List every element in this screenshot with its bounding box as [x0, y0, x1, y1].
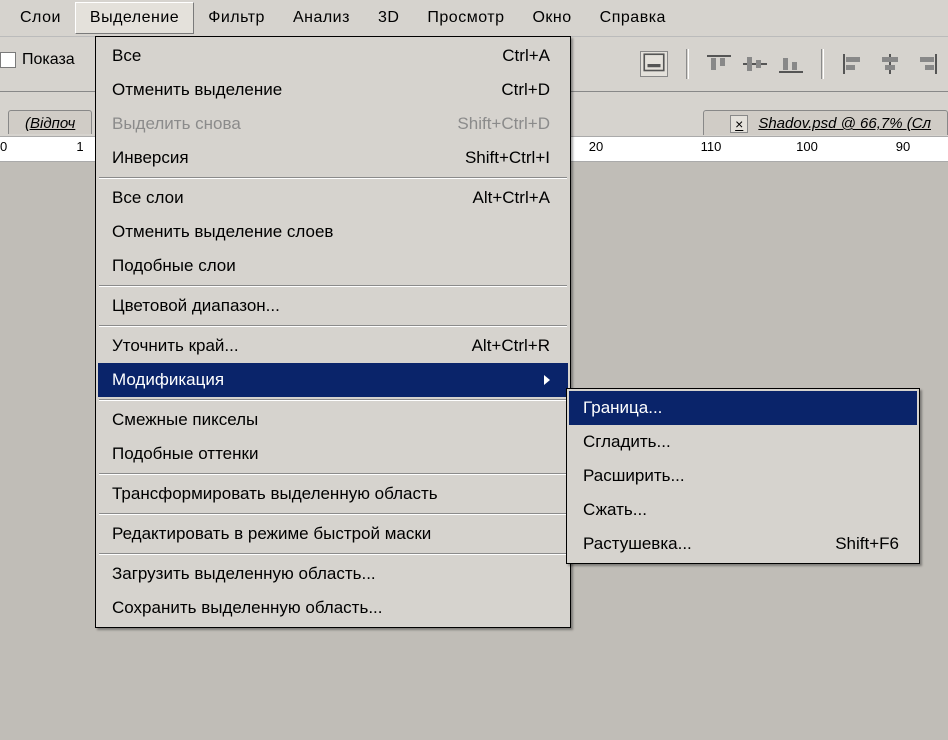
menu-item[interactable]: Уточнить край... Alt+Ctrl+R — [98, 329, 568, 363]
menubar-item[interactable]: Слои — [6, 3, 75, 33]
menu-item-shortcut: Alt+Ctrl+A — [473, 188, 550, 208]
align-bottom-icon[interactable] — [779, 54, 803, 74]
menu-item[interactable]: Все Ctrl+A — [98, 39, 568, 73]
menubar-item[interactable]: Окно — [518, 3, 585, 33]
menubar-item[interactable]: Анализ — [279, 3, 364, 33]
menu-item-shortcut: Shift+Ctrl+D — [457, 114, 550, 134]
menu-item[interactable]: Отменить выделение Ctrl+D — [98, 73, 568, 107]
submenu-item-label: Расширить... — [583, 466, 725, 486]
menubar-item[interactable]: Просмотр — [413, 3, 518, 33]
menubar-item[interactable]: Фильтр — [194, 3, 279, 33]
menu-item[interactable]: Подобные слои — [98, 249, 568, 283]
menu-separator — [99, 513, 567, 515]
menu-item: Выделить снова Shift+Ctrl+D — [98, 107, 568, 141]
ruler-tick: 100 — [796, 139, 818, 154]
menu-separator — [99, 325, 567, 327]
submenu-item[interactable]: Расширить... — [569, 459, 917, 493]
menu-item[interactable]: Модификация — [98, 363, 568, 397]
checkbox-icon — [0, 52, 16, 68]
align-right-icon[interactable] — [914, 54, 938, 74]
menubar-item[interactable]: Справка — [586, 3, 680, 33]
menu-item[interactable]: Инверсия Shift+Ctrl+I — [98, 141, 568, 175]
submenu-item-shortcut: Shift+F6 — [835, 534, 899, 554]
menu-item-label: Модификация — [112, 370, 264, 390]
ruler-tick: 1 — [76, 139, 83, 154]
ruler-tick: 110 — [701, 139, 722, 154]
ruler-tick: 20 — [589, 139, 603, 154]
alignment-icons — [640, 44, 948, 84]
menu-separator — [99, 399, 567, 401]
menu-item-label: Отменить выделение — [112, 80, 322, 100]
menu-item-shortcut: Ctrl+D — [501, 80, 550, 100]
menu-item-label: Подобные оттенки — [112, 444, 298, 464]
menu-item-label: Сохранить выделенную область... — [112, 598, 423, 618]
menu-item-label: Подобные слои — [112, 256, 276, 276]
menu-separator — [99, 553, 567, 555]
menu-item[interactable]: Трансформировать выделенную область — [98, 477, 568, 511]
menubar-item[interactable]: 3D — [364, 3, 413, 33]
menu-item[interactable]: Смежные пикселы — [98, 403, 568, 437]
menu-item[interactable]: Загрузить выделенную область... — [98, 557, 568, 591]
menu-item-shortcut: Alt+Ctrl+R — [472, 336, 550, 356]
align-vcenter-icon[interactable] — [743, 54, 767, 74]
menubar-item[interactable]: Выделение — [75, 2, 194, 34]
menu-item-label: Все слои — [112, 188, 224, 208]
menu-item-label: Цветовой диапазон... — [112, 296, 320, 316]
menu-item-label: Редактировать в режиме быстрой маски — [112, 524, 471, 544]
menu-item-label: Все — [112, 46, 181, 66]
menu-item-label: Отменить выделение слоев — [112, 222, 373, 242]
align-top-icon[interactable] — [707, 54, 731, 74]
submenu-item-label: Граница... — [583, 398, 702, 418]
checkbox-label: Показа — [22, 51, 75, 69]
menubar: СлоиВыделениеФильтрАнализ3DПросмотрОкноС… — [0, 0, 948, 37]
align-hcenter-icon[interactable] — [878, 54, 902, 74]
menu-item-label: Трансформировать выделенную область — [112, 484, 478, 504]
menu-item[interactable]: Отменить выделение слоев — [98, 215, 568, 249]
menu-item[interactable]: Цветовой диапазон... — [98, 289, 568, 323]
submenu-item[interactable]: Граница... — [569, 391, 917, 425]
submenu-arrow-icon — [544, 375, 550, 385]
menu-item-label: Уточнить край... — [112, 336, 279, 356]
menu-item[interactable]: Сохранить выделенную область... — [98, 591, 568, 625]
menu-item-label: Выделить снова — [112, 114, 281, 134]
modify-submenu: Граница... Сгладить... Расширить... Сжать..… — [566, 388, 920, 564]
menu-separator — [99, 473, 567, 475]
ruler-tick: 90 — [0, 139, 7, 154]
menu-item-label: Смежные пикселы — [112, 410, 298, 430]
submenu-item[interactable]: Сжать... — [569, 493, 917, 527]
menu-separator — [99, 285, 567, 287]
menu-item-label: Загрузить выделенную область... — [112, 564, 416, 584]
separator-icon — [686, 49, 689, 79]
menu-item-shortcut: Shift+Ctrl+I — [465, 148, 550, 168]
align-left-icon[interactable] — [842, 54, 866, 74]
menu-item-shortcut: Ctrl+A — [502, 46, 550, 66]
submenu-item[interactable]: Растушевка... Shift+F6 — [569, 527, 917, 561]
submenu-item-label: Сжать... — [583, 500, 687, 520]
submenu-item-label: Растушевка... — [583, 534, 732, 554]
selection-menu: Все Ctrl+A Отменить выделение Ctrl+D Выделит… — [95, 36, 571, 628]
ruler-tick: 90 — [896, 139, 910, 154]
separator-icon — [821, 49, 824, 79]
tab-title: (Відпоч — [25, 115, 75, 132]
unknown-button[interactable] — [640, 51, 668, 77]
submenu-item[interactable]: Сгладить... — [569, 425, 917, 459]
menu-item[interactable]: Редактировать в режиме быстрой маски — [98, 517, 568, 551]
document-tab-right[interactable]: × Shadov.psd @ 66,7% (Сл — [703, 110, 948, 135]
menu-item[interactable]: Все слои Alt+Ctrl+A — [98, 181, 568, 215]
menu-item[interactable]: Подобные оттенки — [98, 437, 568, 471]
submenu-item-label: Сгладить... — [583, 432, 711, 452]
menu-separator — [99, 177, 567, 179]
show-transform-controls[interactable]: Показа — [0, 51, 75, 69]
document-tab-left[interactable]: (Відпоч — [8, 110, 92, 134]
tab-title: Shadov.psd @ 66,7% (Сл — [758, 115, 931, 132]
tab-close-icon[interactable]: × — [730, 115, 748, 133]
menu-item-label: Инверсия — [112, 148, 229, 168]
